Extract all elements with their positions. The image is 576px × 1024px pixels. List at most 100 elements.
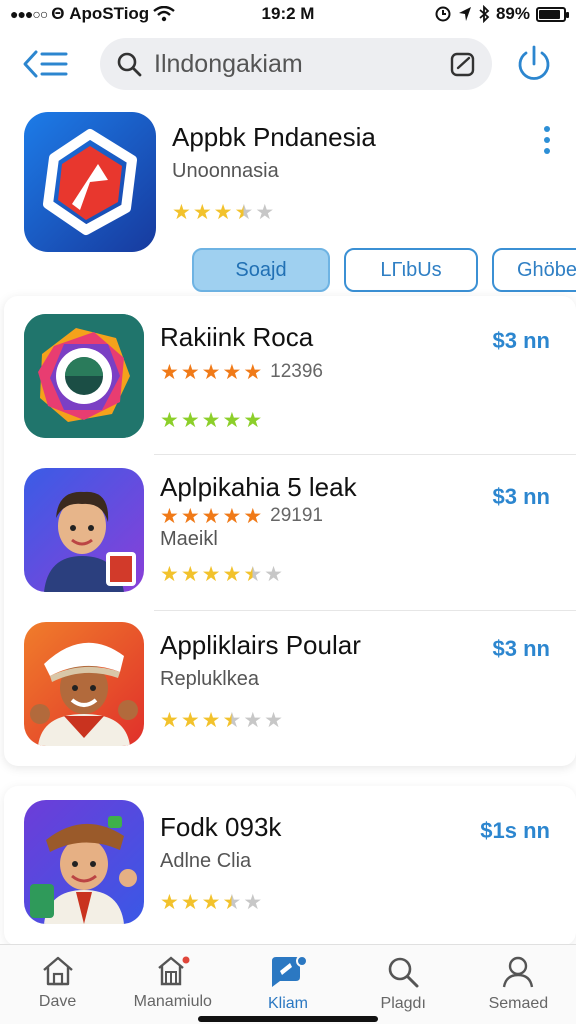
tab-label: Manamiulo	[133, 993, 212, 1010]
star-icon: ★	[160, 361, 179, 384]
pill-button[interactable]: Ghöbe	[492, 248, 576, 292]
tab-chat[interactable]: Kliam	[230, 945, 345, 1024]
star-icon: ★	[172, 201, 191, 224]
star-icon: ★	[180, 563, 200, 586]
star-icon: ★	[160, 505, 179, 528]
back-menu-button[interactable]	[20, 42, 70, 86]
app-price[interactable]: $3 nn	[493, 328, 550, 354]
star-icon: ★	[192, 201, 212, 224]
tab-label: Kliam	[268, 995, 309, 1012]
tab-label: Plagdı	[380, 995, 426, 1012]
featured-rating-stars: ★ ★ ★ ★ ★	[172, 202, 274, 223]
search-input[interactable]	[154, 49, 454, 79]
star-icon: ★	[160, 891, 179, 914]
signal-dots-icon: ●●●○○	[10, 6, 48, 22]
carrier-label: Θ ApoSTiog	[51, 4, 150, 23]
star-icon: ★	[160, 709, 179, 732]
pill-button[interactable]: LΓιbUs	[344, 248, 478, 292]
bluetooth-icon	[479, 5, 490, 23]
star-empty-icon: ★	[243, 891, 263, 914]
avatar-explorer-icon	[30, 816, 137, 924]
star-icon: ★	[201, 505, 221, 528]
star-icon: ★	[201, 563, 221, 586]
search-icon	[117, 52, 142, 77]
star-icon: ★	[201, 709, 221, 732]
star-icon: ★	[180, 891, 200, 914]
pill-button-active[interactable]: Soajd	[192, 248, 330, 292]
arrow-logo-icon	[43, 129, 137, 235]
tab-profile[interactable]: Semaed	[461, 945, 576, 1024]
featured-app-title: Appbk Pndanesia	[172, 122, 376, 152]
featured-app[interactable]: Appbk Pndanesia Unoonnasia ★ ★ ★ ★ ★ Soa…	[0, 100, 576, 292]
app-price[interactable]: $1s nn	[480, 818, 550, 844]
back-list-icon	[23, 50, 68, 78]
app-icon[interactable]	[24, 800, 144, 924]
star-icon: ★	[243, 505, 263, 528]
star-icon: ★	[213, 201, 233, 224]
search-icon	[388, 957, 419, 988]
app-title: Aplpikahia 5 leak	[160, 472, 357, 502]
app-list-card: Rakiink Roca ★ ★ ★ ★ ★ 12396 ★ ★ ★ ★ ★ $…	[4, 296, 576, 766]
app-rating-stars: ★ ★ ★ ★ ★	[160, 410, 262, 431]
star-icon: ★	[180, 505, 200, 528]
star-icon: ★	[180, 409, 200, 432]
star-half-icon: ★	[222, 891, 242, 914]
colorful-o-logo-icon	[24, 314, 144, 438]
tab-store[interactable]: Manamiulo	[115, 945, 230, 1024]
app-row[interactable]: Appliklairs Poular Repluklkea ★ ★ ★ ★ ★ …	[4, 618, 576, 758]
app-rating-stars: ★ ★ ★ ★ ★	[160, 892, 262, 913]
star-icon: ★	[243, 361, 263, 384]
star-icon: ★	[201, 891, 221, 914]
store-icon	[158, 956, 190, 986]
star-empty-icon: ★	[264, 709, 283, 732]
status-bar: ●●●○○ Θ ApoSTiog 19:2 M 89%	[0, 0, 576, 28]
tab-label: Dave	[38, 993, 77, 1010]
star-icon: ★	[201, 361, 221, 384]
app-subtitle: Repluklkea	[160, 668, 259, 690]
row-divider	[154, 454, 576, 455]
app-rating-stars: ★ ★ ★ ★ ★ ★	[160, 710, 283, 731]
star-icon: ★	[222, 361, 242, 384]
star-empty-icon: ★	[264, 563, 283, 586]
status-right: 89%	[434, 4, 569, 24]
battery-icon	[536, 6, 569, 22]
search-bar[interactable]	[100, 38, 492, 90]
avatar-boy-icon	[44, 491, 136, 592]
star-icon: ★	[222, 563, 242, 586]
app-card[interactable]: Fodk 093k Adlne Clia ★ ★ ★ ★ ★ $1s nn	[4, 786, 576, 946]
wifi-icon	[153, 6, 175, 22]
power-icon	[518, 45, 550, 80]
app-row[interactable]: Rakiink Roca ★ ★ ★ ★ ★ 12396 ★ ★ ★ ★ ★ $…	[4, 310, 576, 450]
rating-count: 29191	[270, 505, 323, 526]
star-half-icon: ★	[243, 563, 263, 586]
rating-count: 12396	[270, 361, 323, 382]
star-icon: ★	[201, 409, 221, 432]
chat-icon	[272, 955, 308, 987]
header	[0, 34, 576, 94]
featured-app-icon[interactable]	[24, 112, 156, 252]
tab-label: Semaed	[488, 995, 549, 1012]
home-indicator[interactable]	[198, 1016, 378, 1022]
alarm-icon	[435, 6, 451, 22]
home-icon	[42, 956, 73, 986]
star-icon: ★	[160, 409, 179, 432]
battery-percent: 89%	[495, 4, 530, 23]
app-icon[interactable]	[24, 468, 144, 592]
edit-square-icon[interactable]	[450, 51, 476, 77]
app-title: Fodk 093k	[160, 812, 282, 842]
app-row[interactable]: Fodk 093k Adlne Clia ★ ★ ★ ★ ★ $1s nn	[4, 798, 576, 938]
app-icon[interactable]	[24, 314, 144, 438]
profile-icon	[503, 956, 534, 988]
more-options-icon[interactable]	[540, 126, 554, 154]
app-icon[interactable]	[24, 622, 144, 746]
app-price[interactable]: $3 nn	[493, 636, 550, 662]
power-button[interactable]	[512, 42, 556, 86]
tab-home[interactable]: Dave	[0, 945, 115, 1024]
app-title: Rakiink Roca	[160, 322, 314, 352]
app-row[interactable]: Aplpikahia 5 leak ★ ★ ★ ★ ★ 29191 Maeikl…	[4, 462, 576, 602]
app-orange-stars: ★ ★ ★ ★ ★ 12396	[160, 362, 323, 383]
app-price[interactable]: $3 nn	[493, 484, 550, 510]
tab-bar: Dave Manamiulo Kliam Plagdı Semaed	[0, 944, 576, 1024]
app-orange-stars: ★ ★ ★ ★ ★ 29191	[160, 506, 323, 527]
tab-search[interactable]: Plagdı	[346, 945, 461, 1024]
